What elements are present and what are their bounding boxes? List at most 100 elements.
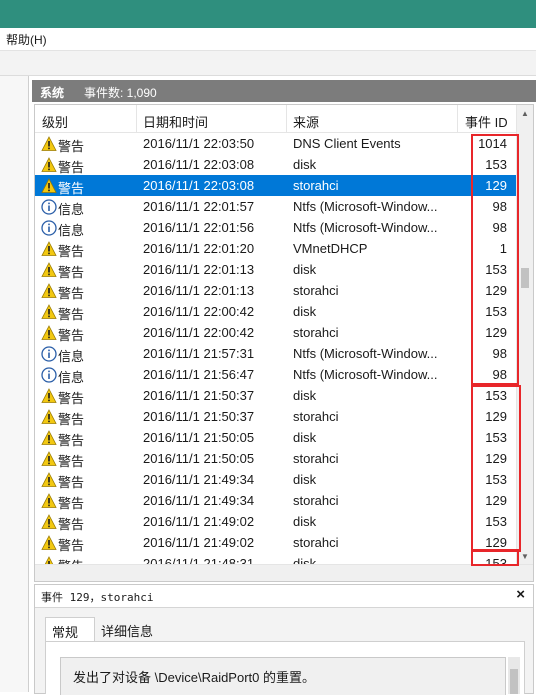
table-row[interactable]: 警告 2016/11/1 22:03:08 disk 153 (35, 154, 517, 175)
row-level: 警告 (58, 160, 85, 175)
row-level: 警告 (58, 454, 85, 469)
scroll-up-icon[interactable]: ▲ (521, 109, 529, 118)
warning-icon (41, 472, 57, 488)
table-row[interactable]: 警告 2016/11/1 21:49:02 disk 153 (35, 511, 517, 532)
table-row[interactable]: 警告 2016/11/1 21:50:37 disk 153 (35, 385, 517, 406)
log-header: 系统 事件数: 1,090 (32, 80, 536, 102)
tab-general[interactable]: 常规 (45, 617, 95, 642)
table-row[interactable]: 信息 2016/11/1 21:56:47 Ntfs (Microsoft-Wind… (35, 364, 517, 385)
row-datetime: 2016/11/1 21:50:37 (143, 388, 255, 403)
row-datetime: 2016/11/1 21:49:02 (143, 514, 255, 529)
menu-bar: 帮助(H) (0, 28, 536, 51)
row-level: 警告 (58, 496, 85, 511)
row-level: 警告 (58, 307, 85, 322)
row-level: 警告 (58, 181, 85, 196)
row-level: 警告 (58, 139, 85, 154)
close-icon[interactable]: × (516, 586, 525, 603)
warning-icon (41, 493, 57, 509)
warning-icon (41, 283, 57, 299)
warning-icon (41, 304, 57, 320)
event-message-text: 发出了对设备 \Device\RaidPort0 的重置。 (73, 670, 315, 685)
table-row[interactable]: 警告 2016/11/1 21:50:05 storahci 129 (35, 448, 517, 469)
toolbar (0, 51, 536, 76)
table-row[interactable]: 信息 2016/11/1 22:01:57 Ntfs (Microsoft-Wind… (35, 196, 517, 217)
warning-icon (41, 514, 57, 530)
row-level: 警告 (58, 265, 85, 280)
info-icon (41, 367, 57, 383)
table-row[interactable]: 警告 2016/11/1 21:49:34 disk 153 (35, 469, 517, 490)
warning-icon (41, 262, 57, 278)
warning-icon (41, 136, 57, 152)
event-list[interactable]: 级别 日期和时间 来源 事件 ID 警告 2016/11/1 22:03:50 DN… (34, 104, 534, 582)
event-message[interactable]: 发出了对设备 \Device\RaidPort0 的重置。 (60, 657, 506, 695)
column-separator[interactable] (457, 105, 458, 132)
row-level: 信息 (58, 223, 85, 238)
row-datetime: 2016/11/1 22:01:57 (143, 199, 255, 214)
warning-icon (41, 535, 57, 551)
row-datetime: 2016/11/1 22:03:08 (143, 157, 255, 172)
annotation-box (471, 385, 521, 552)
annotation-box (471, 134, 519, 385)
row-datetime: 2016/11/1 21:49:34 (143, 472, 255, 487)
row-level: 警告 (58, 286, 85, 301)
info-icon (41, 199, 57, 215)
row-level: 信息 (58, 370, 85, 385)
table-row[interactable]: 信息 2016/11/1 21:57:31 Ntfs (Microsoft-Wind… (35, 343, 517, 364)
message-scrollbar[interactable] (508, 657, 520, 694)
tab-general-label: 常规 (52, 625, 79, 640)
scroll-thumb[interactable] (521, 268, 529, 288)
annotation-box (471, 549, 519, 566)
row-datetime: 2016/11/1 22:00:42 (143, 325, 255, 340)
column-separator[interactable] (136, 105, 137, 132)
tab-body: 发出了对设备 \Device\RaidPort0 的重置。 (45, 641, 525, 695)
table-row[interactable]: 警告 2016/11/1 22:03:50 DNS Client Events 101… (35, 133, 517, 154)
warning-icon (41, 409, 57, 425)
message-scroll-thumb[interactable] (510, 669, 518, 694)
detail-header: 事件 129，storahci × (35, 585, 533, 608)
warning-icon (41, 451, 57, 467)
warning-icon (41, 325, 57, 341)
warning-icon (41, 388, 57, 404)
row-source: storahci (293, 178, 339, 193)
title-bar (0, 0, 536, 28)
event-detail-pane: 事件 129，storahci × 常规 详细信息 发出了对设备 \Device… (34, 584, 534, 695)
row-source: storahci (293, 493, 339, 508)
log-name: 系统 (40, 86, 65, 100)
table-row[interactable]: 信息 2016/11/1 22:01:56 Ntfs (Microsoft-Wind… (35, 217, 517, 238)
column-separator[interactable] (286, 105, 287, 132)
table-row[interactable]: 警告 2016/11/1 22:01:13 disk 153 (35, 259, 517, 280)
scroll-down-icon[interactable]: ▼ (521, 552, 529, 561)
column-source[interactable]: 来源 (293, 112, 319, 131)
table-row[interactable]: 警告 2016/11/1 21:49:02 storahci 129 (35, 532, 517, 553)
event-count: 事件数: 1,090 (84, 86, 157, 100)
row-source: disk (293, 388, 317, 403)
warning-icon (41, 241, 57, 257)
row-source: storahci (293, 535, 339, 550)
row-level: 警告 (58, 412, 85, 427)
table-row[interactable]: 警告 2016/11/1 22:00:42 disk 153 (35, 301, 517, 322)
row-source: Ntfs (Microsoft-Window... (293, 220, 438, 235)
table-row[interactable]: 警告 2016/11/1 22:01:20 VMnetDHCP 1 (35, 238, 517, 259)
horizontal-scrollbar[interactable] (35, 564, 533, 581)
row-datetime: 2016/11/1 22:01:13 (143, 283, 255, 298)
row-source: disk (293, 472, 317, 487)
column-level[interactable]: 级别 (42, 112, 68, 131)
row-level: 警告 (58, 517, 85, 532)
info-icon (41, 346, 57, 362)
table-row[interactable]: 警告 2016/11/1 22:03:08 storahci 129 (35, 175, 517, 196)
row-source: storahci (293, 409, 339, 424)
row-level: 警告 (58, 244, 85, 259)
table-row[interactable]: 警告 2016/11/1 21:50:37 storahci 129 (35, 406, 517, 427)
tab-details[interactable]: 详细信息 (95, 617, 155, 641)
table-row[interactable]: 警告 2016/11/1 21:49:34 storahci 129 (35, 490, 517, 511)
table-row[interactable]: 警告 2016/11/1 21:50:05 disk 153 (35, 427, 517, 448)
table-row[interactable]: 警告 2016/11/1 22:00:42 storahci 129 (35, 322, 517, 343)
table-row[interactable]: 警告 2016/11/1 22:01:13 storahci 129 (35, 280, 517, 301)
row-source: disk (293, 514, 317, 529)
column-datetime[interactable]: 日期和时间 (143, 112, 208, 131)
console-tree-pane[interactable] (0, 76, 29, 692)
row-level: 警告 (58, 475, 85, 490)
row-source: Ntfs (Microsoft-Window... (293, 199, 438, 214)
column-event-id[interactable]: 事件 ID (465, 112, 508, 131)
menu-help[interactable]: 帮助(H) (6, 31, 47, 48)
